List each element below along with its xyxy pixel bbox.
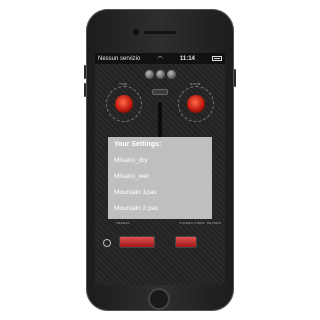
settings-dialog: Your Settings: Misano_dry Misano_wet Mou… [108, 137, 212, 219]
front-camera [133, 29, 139, 35]
right-red-button[interactable] [175, 236, 197, 248]
mini-knob-1[interactable] [145, 70, 154, 79]
time-knob[interactable] [115, 95, 133, 113]
toggle-switch[interactable] [152, 89, 168, 95]
reset-icon[interactable] [103, 239, 111, 247]
label-stereo: STEREO INDEP. REVERB [179, 221, 221, 225]
left-red-button[interactable] [119, 236, 155, 248]
status-bar: Nessun servizio ◠ 11:14 [95, 53, 225, 64]
home-button[interactable] [148, 288, 170, 310]
clock: 11:14 [179, 55, 195, 62]
settings-item-misano-wet[interactable]: Misano_wet [114, 173, 149, 180]
screen: Nessun servizio ◠ 11:14 TIME ROOM FREEZE… [95, 53, 225, 285]
dialog-title: Your Settings: [114, 141, 162, 148]
mini-knob-3[interactable] [167, 70, 176, 79]
volume-up-button [84, 65, 86, 79]
power-button [234, 69, 236, 87]
settings-item-mountain-1pax[interactable]: Mountain 1pax [114, 189, 157, 196]
room-knob[interactable] [187, 95, 205, 113]
label-freeze: FREEZE [116, 221, 130, 225]
settings-item-misano-dry[interactable]: Misano_dry [114, 157, 148, 164]
phone-frame: Nessun servizio ◠ 11:14 TIME ROOM FREEZE… [84, 9, 236, 311]
wifi-icon: ◠ [157, 56, 163, 62]
mini-knob-2[interactable] [156, 70, 165, 79]
settings-item-mountain-2pax[interactable]: Mountain 2 pax [114, 205, 158, 212]
earpiece-speaker [144, 31, 176, 34]
volume-down-button [84, 83, 86, 97]
battery-icon [212, 56, 222, 61]
app-background: TIME ROOM FREEZE STEREO INDEP. REVERB Yo… [95, 64, 225, 285]
carrier-text: Nessun servizio [98, 55, 141, 62]
